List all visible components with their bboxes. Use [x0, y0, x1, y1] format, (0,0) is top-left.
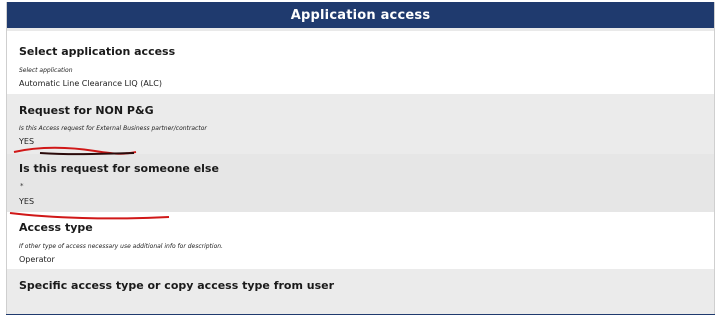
someone-else-value[interactable]: YES [19, 197, 34, 206]
application-access-panel: Application access Select application ac… [6, 2, 715, 315]
field-hint: Is this Access request for External Busi… [19, 125, 207, 132]
section-title: Is this request for someone else [19, 162, 219, 175]
section-title: Specific access type or copy access type… [19, 279, 335, 292]
section-title: Access type [19, 221, 93, 234]
selected-application-value[interactable]: Automatic Line Clearance LIQ (ALC) [19, 79, 162, 88]
panel-header: Application access [7, 2, 714, 31]
required-marker: * [20, 182, 24, 190]
field-hint: If other type of access necessary use ad… [19, 243, 223, 250]
section-specific-access: Specific access type or copy access type… [7, 269, 714, 315]
section-title: Request for NON P&G [19, 104, 154, 117]
section-title: Select application access [19, 45, 176, 58]
panel-bottom-border [6, 314, 715, 315]
section-someone-else: Is this request for someone else * YES [7, 154, 714, 212]
section-access-type: Access type If other type of access nece… [7, 212, 714, 269]
field-hint: Select application [19, 67, 73, 74]
section-non-pg: Request for NON P&G Is this Access reque… [7, 94, 714, 154]
section-select-application: Select application access Select applica… [7, 31, 714, 94]
panel-title: Application access [290, 7, 431, 23]
access-type-value[interactable]: Operator [19, 255, 55, 264]
non-pg-value[interactable]: YES [19, 137, 34, 146]
